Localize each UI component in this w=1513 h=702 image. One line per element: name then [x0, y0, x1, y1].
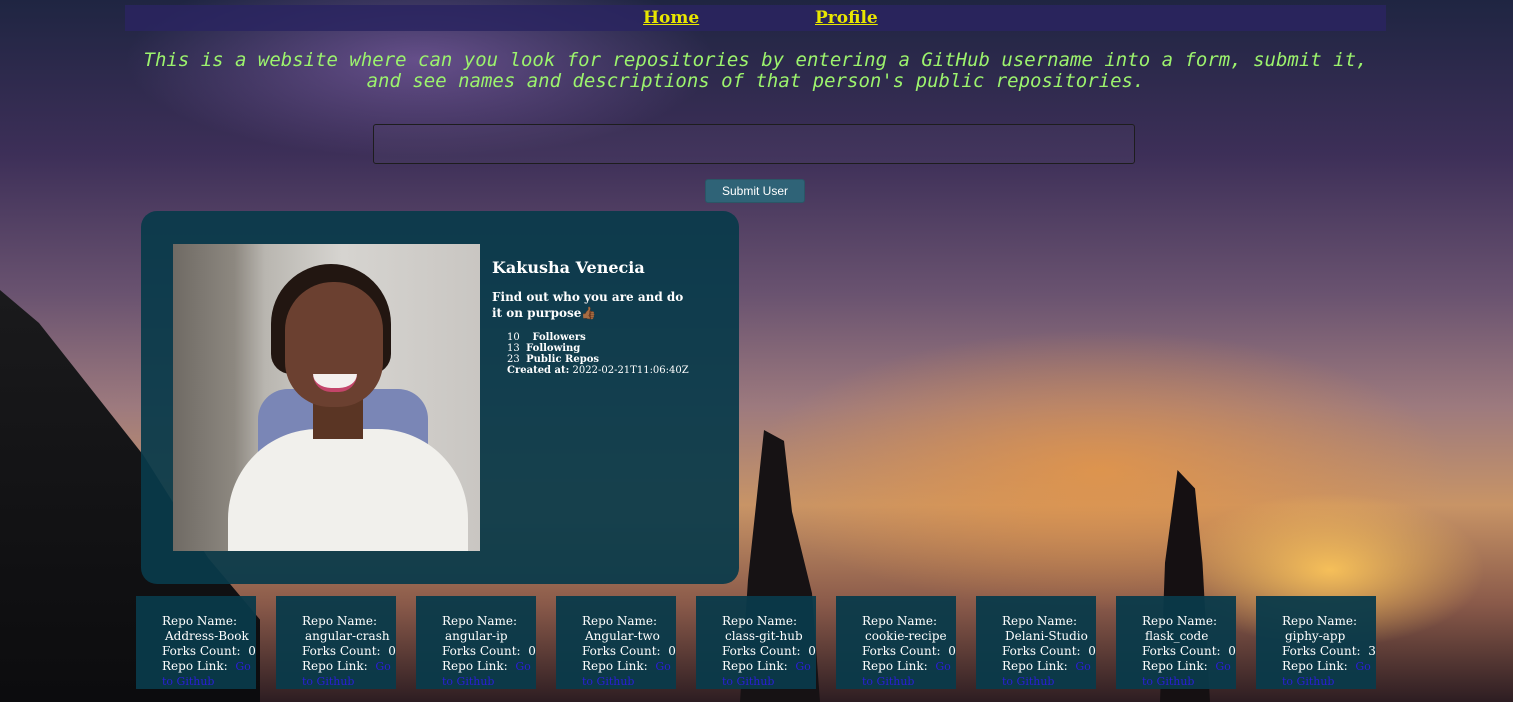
- repo-card: Repo Name: class-git-hub Forks Count: 0 …: [696, 596, 816, 689]
- profile-card: Kakusha Venecia Find out who you are and…: [141, 211, 739, 584]
- repos-stat: 23 Public Repos: [507, 354, 600, 365]
- repo-card: Repo Name: angular-crash Forks Count: 0 …: [276, 596, 396, 689]
- repo-card: Repo Name: angular-ip Forks Count: 0 Rep…: [416, 596, 536, 689]
- intro-text: This is a website where can you look for…: [143, 49, 1368, 92]
- profile-name: Kakusha Venecia: [492, 258, 645, 277]
- username-input[interactable]: [373, 124, 1135, 164]
- followers-stat: 10 Followers: [507, 332, 586, 343]
- submit-user-button[interactable]: Submit User: [705, 179, 805, 203]
- repo-card: Repo Name: flask_code Forks Count: 0 Rep…: [1116, 596, 1236, 689]
- repo-card: Repo Name: cookie-recipe Forks Count: 0 …: [836, 596, 956, 689]
- top-navbar: Home Profile: [125, 5, 1386, 31]
- nav-profile-link[interactable]: Profile: [815, 8, 878, 28]
- created-stat: Created at: 2022-02-21T11:06:40Z: [507, 365, 689, 376]
- profile-bio: Find out who you are and do it on purpos…: [492, 290, 684, 320]
- repo-card: Repo Name: Angular-two Forks Count: 0 Re…: [556, 596, 676, 689]
- repo-card: Repo Name: Address-Book Forks Count: 0 R…: [136, 596, 256, 689]
- repo-card: Repo Name: giphy-app Forks Count: 3 Repo…: [1256, 596, 1376, 689]
- avatar: [173, 244, 480, 551]
- nav-home-link[interactable]: Home: [643, 8, 699, 28]
- following-stat: 13 Following: [507, 343, 581, 354]
- profile-stats: 10 Followers 13 Following 23 Public Repo…: [507, 332, 689, 376]
- repo-card: Repo Name: Delani-Studio Forks Count: 0 …: [976, 596, 1096, 689]
